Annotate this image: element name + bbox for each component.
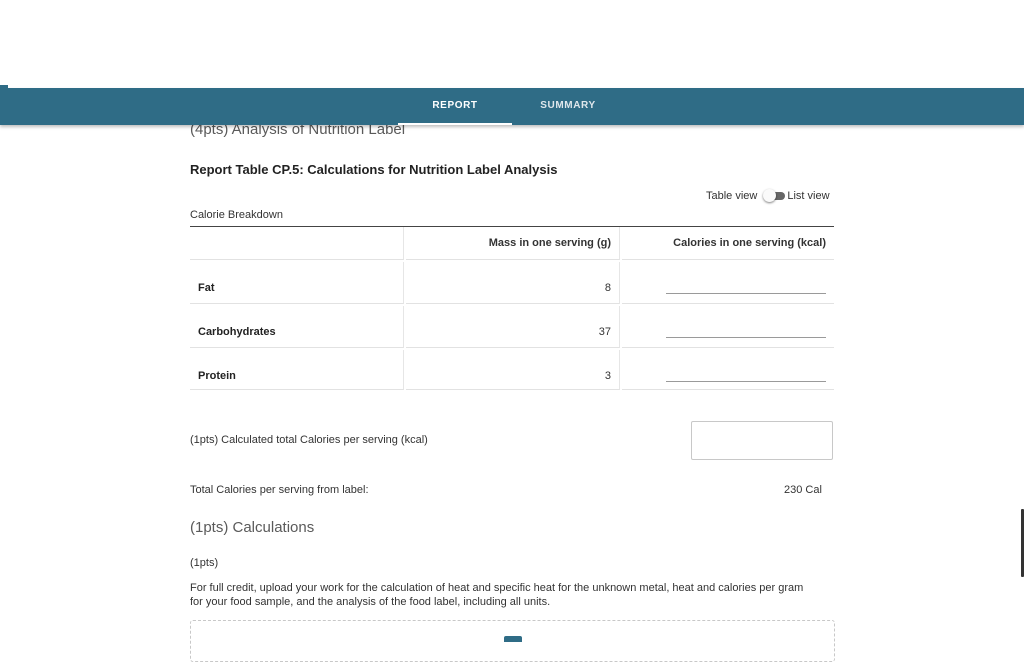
- label-total-calories-label: Total Calories per serving from label:: [190, 484, 369, 496]
- table-caption: Calorie Breakdown: [190, 209, 283, 221]
- cell-calories-carbohydrates: [622, 306, 834, 348]
- report-table-title: Report Table CP.5: Calculations for Nutr…: [190, 162, 558, 177]
- row-label-fat: Fat: [190, 262, 404, 304]
- switch-thumb[interactable]: [763, 189, 777, 202]
- row-label-protein: Protein: [190, 350, 404, 390]
- table-view-label: Table view: [706, 190, 758, 202]
- cell-mass-carbohydrates: 37: [406, 306, 620, 348]
- list-view-label: List view: [787, 190, 830, 202]
- column-header-mass: Mass in one serving (g): [406, 227, 620, 260]
- column-header-calories: Calories in one serving (kcal): [622, 227, 834, 260]
- row-label-carbohydrates: Carbohydrates: [190, 306, 404, 348]
- upload-icon[interactable]: [504, 636, 522, 642]
- view-switch[interactable]: [763, 189, 786, 202]
- cell-mass-fat: 8: [406, 262, 620, 304]
- calculated-total-label: (1pts) Calculated total Calories per ser…: [190, 434, 428, 446]
- calculations-points: (1pts): [190, 557, 219, 569]
- tab-summary[interactable]: SUMMARY: [512, 88, 624, 123]
- calculated-total-input[interactable]: [691, 421, 833, 460]
- cell-calories-protein: [622, 350, 834, 390]
- cell-calories-fat: [622, 262, 834, 304]
- label-total-calories-value: 230 Cal: [784, 484, 822, 496]
- tab-report[interactable]: REPORT: [398, 88, 512, 125]
- cell-mass-protein: 3: [406, 350, 620, 390]
- top-navbar: REPORT SUMMARY: [0, 85, 1024, 125]
- calories-carbohydrates-input[interactable]: [666, 337, 826, 338]
- view-toggle[interactable]: Table view List view: [706, 189, 830, 202]
- navbar-corner: [0, 85, 8, 88]
- calculations-heading: (1pts) Calculations: [190, 519, 315, 536]
- table-header-empty: [190, 227, 404, 260]
- upload-instructions: For full credit, upload your work for th…: [190, 582, 804, 608]
- calories-fat-input[interactable]: [666, 293, 826, 294]
- calories-protein-input[interactable]: [666, 381, 826, 382]
